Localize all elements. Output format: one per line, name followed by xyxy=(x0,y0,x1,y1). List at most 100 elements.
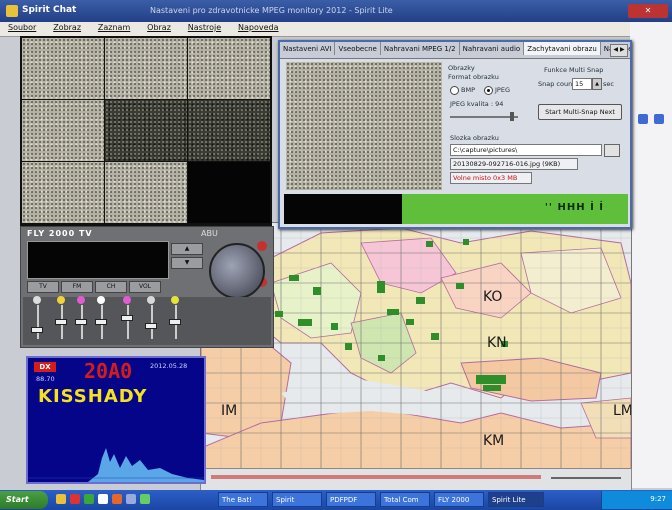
quicklaunch-icon[interactable] xyxy=(70,494,80,504)
tab-mpeg[interactable]: Nahravani MPEG 1/2 xyxy=(381,42,460,55)
fader-handle[interactable] xyxy=(31,327,43,333)
fader-handle[interactable] xyxy=(95,319,107,325)
map-grid-label: KO xyxy=(483,289,502,305)
clock[interactable]: 9:27 xyxy=(650,495,666,503)
close-icon[interactable]: ✕ xyxy=(628,4,668,18)
knob-icon[interactable] xyxy=(77,296,85,304)
knob-icon[interactable] xyxy=(147,296,155,304)
video-thumbnail[interactable] xyxy=(105,38,187,99)
snap-unit-label: sec xyxy=(603,80,614,88)
fader-handle[interactable] xyxy=(145,323,157,329)
quicklaunch-icon[interactable] xyxy=(84,494,94,504)
map-grid-label: KM xyxy=(483,433,504,449)
menu-item-napoveda[interactable]: Napoveda xyxy=(238,23,279,32)
knob-icon[interactable] xyxy=(171,296,179,304)
tab-general[interactable]: Vseobecne xyxy=(335,42,381,55)
map-grid-label: LM xyxy=(613,403,631,419)
video-thumbnail[interactable] xyxy=(188,162,270,223)
player-button-tv[interactable]: TV xyxy=(27,281,59,293)
fader-handle[interactable] xyxy=(169,319,181,325)
player-button-fm[interactable]: FM xyxy=(61,281,93,293)
capture-preview xyxy=(286,62,442,190)
menu-item-soubor[interactable]: Soubor xyxy=(8,23,36,32)
spinner-arrows-icon[interactable]: ▲ xyxy=(592,78,602,90)
quicklaunch-icon[interactable] xyxy=(98,494,108,504)
app-icon xyxy=(6,5,18,17)
player-title: FLY 2000 TV xyxy=(27,229,93,238)
dx-callsign: 20A0 xyxy=(84,359,133,383)
jpeg-quality-slider[interactable] xyxy=(450,116,518,118)
player-button-down-icon[interactable]: ▼ xyxy=(171,257,203,269)
radio-jpeg[interactable] xyxy=(484,86,493,95)
tab-audio[interactable]: Nahravani audio xyxy=(460,42,525,55)
progress-strip xyxy=(211,475,541,479)
quicklaunch-icon[interactable] xyxy=(56,494,66,504)
fader[interactable] xyxy=(37,305,39,339)
window-title: Spirit Chat xyxy=(22,5,77,15)
video-thumbnail[interactable] xyxy=(188,100,270,161)
video-thumbnail[interactable] xyxy=(22,162,104,223)
player-brand: ABU xyxy=(201,229,218,238)
browse-folder-icon[interactable] xyxy=(604,144,620,157)
slider-handle[interactable] xyxy=(510,112,514,121)
fader-handle[interactable] xyxy=(55,319,67,325)
map-status-bar xyxy=(200,468,632,492)
menu-item-nastroje[interactable]: Nastroje xyxy=(188,23,221,32)
quicklaunch-icon[interactable] xyxy=(126,494,136,504)
video-thumbnail[interactable] xyxy=(22,38,104,99)
tab-strip: Nastaveni AVI Vseobecne Nahravani MPEG 1/2… xyxy=(280,42,630,59)
mixer-faders xyxy=(23,296,271,345)
window-title-bar: Spirit Chat Nastaveni pro zdravotnicke M… xyxy=(0,0,672,22)
start-multisnap-button[interactable]: Start Multi-Snap Next xyxy=(538,104,622,120)
dx-icon: DX xyxy=(34,362,56,372)
power-icon[interactable] xyxy=(257,241,267,251)
menu-item-zobraz[interactable]: Zobraz xyxy=(53,23,81,32)
fader[interactable] xyxy=(127,305,129,339)
video-thumbnail-grid xyxy=(20,36,272,226)
player-display xyxy=(27,241,169,279)
tab-avi[interactable]: Nastaveni AVI xyxy=(280,42,336,55)
knob-icon[interactable] xyxy=(123,296,131,304)
video-thumbnail[interactable] xyxy=(105,162,187,223)
menu-item-obraz[interactable]: Obraz xyxy=(147,23,171,32)
menu-item-zaznam[interactable]: Zaznam xyxy=(98,23,130,32)
map-grid-label: KN xyxy=(487,335,507,351)
free-space-warning: Volne misto 0x3 MB xyxy=(450,172,532,184)
browser-icon xyxy=(638,114,648,124)
tab-image-capture[interactable]: Zachytavani obrazu xyxy=(524,42,601,55)
fader-handle[interactable] xyxy=(121,315,133,321)
quicklaunch-icon[interactable] xyxy=(112,494,122,504)
quicklaunch-icon[interactable] xyxy=(140,494,150,504)
start-button[interactable]: Start xyxy=(0,491,48,509)
video-thumbnail[interactable] xyxy=(105,100,187,161)
taskbar-item-spiritlite[interactable]: Spirit Lite xyxy=(488,492,544,507)
folder-path-input[interactable]: C:\capture\pictures\ xyxy=(450,144,602,156)
folder-label: Slozka obrazku xyxy=(450,134,499,142)
player-button-up-icon[interactable]: ▲ xyxy=(171,243,203,255)
video-thumbnail[interactable] xyxy=(188,38,270,99)
multisnap-title: Funkce Multi Snap xyxy=(544,66,604,74)
last-filename-display: 20130829-092716-016.jpg (9KB) xyxy=(450,158,578,170)
taskbar-item-spirit[interactable]: Spirit xyxy=(272,492,322,507)
knob-icon[interactable] xyxy=(97,296,105,304)
zoom-slider[interactable] xyxy=(551,477,621,479)
fader-handle[interactable] xyxy=(75,319,87,325)
taskbar: Start The Bat! Spirit PDFPDF Total Com F… xyxy=(0,490,672,510)
background-window-edge xyxy=(630,22,672,488)
jog-dial-icon[interactable] xyxy=(209,243,265,299)
capture-settings-dialog: Nastaveni AVI Vseobecne Nahravani MPEG 1/2… xyxy=(278,40,632,229)
video-thumbnail[interactable] xyxy=(22,100,104,161)
taskbar-item-totalcmd[interactable]: Total Com xyxy=(380,492,430,507)
taskbar-item-pdf[interactable]: PDFPDF xyxy=(326,492,376,507)
tab-scroll-arrows-icon[interactable]: ◀ ▶ xyxy=(610,44,628,57)
radio-bmp[interactable] xyxy=(450,86,459,95)
player-button-vol[interactable]: VOL xyxy=(129,281,161,293)
fader[interactable] xyxy=(151,305,153,339)
taskbar-item-fly2000[interactable]: FLY 2000 xyxy=(434,492,484,507)
knob-icon[interactable] xyxy=(57,296,65,304)
knob-icon[interactable] xyxy=(33,296,41,304)
snap-count-input[interactable]: 15 xyxy=(572,78,592,90)
window-subtitle: Nastaveni pro zdravotnicke MPEG monitory… xyxy=(150,6,393,15)
player-button-ch[interactable]: CH xyxy=(95,281,127,293)
taskbar-item-thebat[interactable]: The Bat! xyxy=(218,492,268,507)
